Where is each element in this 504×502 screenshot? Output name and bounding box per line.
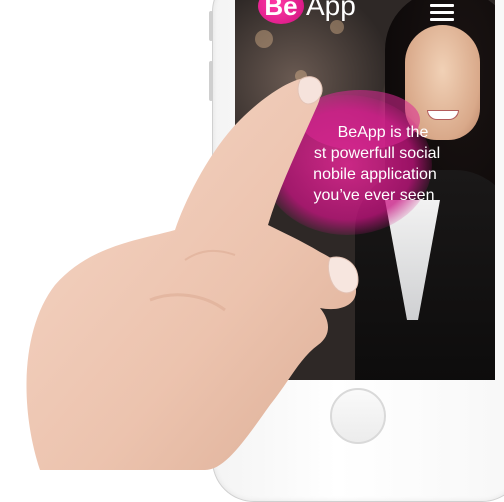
app-logo[interactable]: Be App	[258, 0, 356, 24]
phone-volume-button	[209, 61, 213, 101]
tagline-line: you’ve ever seen	[313, 187, 435, 204]
phone-home-button[interactable]	[330, 388, 386, 444]
logo-mark: Be	[258, 0, 304, 24]
tagline-line: st powerfull social	[313, 145, 441, 162]
hero-tagline: BeApp is the st powerfull social nobile …	[268, 122, 468, 206]
logo-wordmark: App	[306, 0, 356, 21]
photo-smile	[427, 110, 459, 120]
phone-side-button	[209, 11, 213, 41]
tagline-line: BeApp is the	[337, 124, 429, 141]
hamburger-menu-icon[interactable]	[430, 4, 454, 25]
tagline-line: nobile application	[313, 166, 437, 183]
